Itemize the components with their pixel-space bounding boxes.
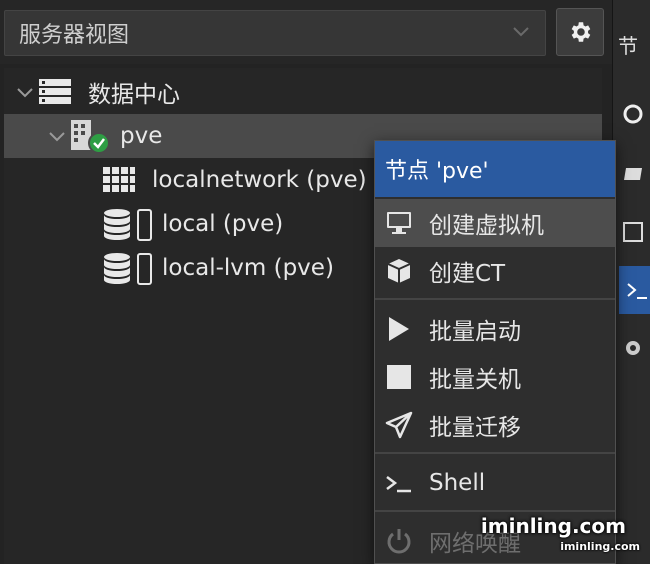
menu-item-create-ct[interactable]: 创建CT xyxy=(375,247,615,295)
watermark-sub: iminling.com xyxy=(560,540,640,553)
tree-settings-button[interactable] xyxy=(556,8,604,56)
menu-separator xyxy=(375,452,615,454)
view-selector[interactable]: 服务器视图 xyxy=(4,10,546,56)
menu-item-label: 创建CT xyxy=(429,261,506,287)
menu-item-label: 创建虚拟机 xyxy=(429,213,544,239)
cube-icon xyxy=(387,259,411,283)
menu-item-bulk-shutdown[interactable]: 批量关机 xyxy=(375,353,615,401)
menu-item-label: 批量启动 xyxy=(429,319,521,345)
window-icon[interactable] xyxy=(621,220,645,244)
paper-plane-icon xyxy=(385,411,413,439)
desktop-icon xyxy=(387,212,411,234)
drive-icon[interactable] xyxy=(621,162,645,186)
content-panel-edge xyxy=(612,0,650,564)
storage-icon xyxy=(104,253,152,285)
server-rack-icon xyxy=(39,79,71,104)
tree-toolbar: 服务器视图 xyxy=(0,0,612,64)
terminal-icon xyxy=(627,283,647,299)
node-context-menu: 节点 'pve' 创建虚拟机 创建CT 批量启动 批量关机 批量迁移 Shell… xyxy=(374,140,616,564)
power-icon xyxy=(387,529,411,554)
stop-icon xyxy=(387,365,411,389)
datacenter-label: 数据中心 xyxy=(88,82,180,108)
chevron-down-icon[interactable] xyxy=(48,128,66,146)
menu-item-bulk-migrate[interactable]: 批量迁移 xyxy=(375,401,615,449)
menu-item-label: 批量关机 xyxy=(429,367,521,393)
terminal-icon xyxy=(386,476,411,493)
node-online-icon xyxy=(71,120,110,154)
view-selector-value: 服务器视图 xyxy=(19,23,130,48)
tree-row-datacenter[interactable]: 数据中心 xyxy=(4,70,602,114)
local-label: local (pve) xyxy=(162,211,284,237)
localnetwork-label: localnetwork (pve) xyxy=(152,167,367,193)
menu-item-bulk-start[interactable]: 批量启动 xyxy=(375,305,615,353)
gear-icon xyxy=(571,22,591,42)
menu-item-label: Shell xyxy=(429,470,486,496)
gear-icon[interactable] xyxy=(621,336,645,360)
menu-item-label: 批量迁移 xyxy=(429,415,521,441)
chevron-down-icon[interactable] xyxy=(16,84,34,102)
context-menu-title: 节点 'pve' xyxy=(375,141,615,197)
sdn-grid-icon xyxy=(103,167,135,192)
content-header-text: 节 xyxy=(618,34,638,58)
watermark: iminling.com xyxy=(480,514,626,538)
play-icon xyxy=(389,317,409,341)
search-icon[interactable] xyxy=(621,102,645,126)
chevron-down-icon xyxy=(513,27,529,37)
menu-item-create-vm[interactable]: 创建虚拟机 xyxy=(375,199,615,247)
menu-separator xyxy=(375,510,615,512)
menu-item-shell[interactable]: Shell xyxy=(375,459,615,507)
local-lvm-label: local-lvm (pve) xyxy=(162,255,334,281)
node-label: pve xyxy=(120,123,163,149)
menu-separator xyxy=(375,298,615,300)
storage-icon xyxy=(104,209,152,241)
